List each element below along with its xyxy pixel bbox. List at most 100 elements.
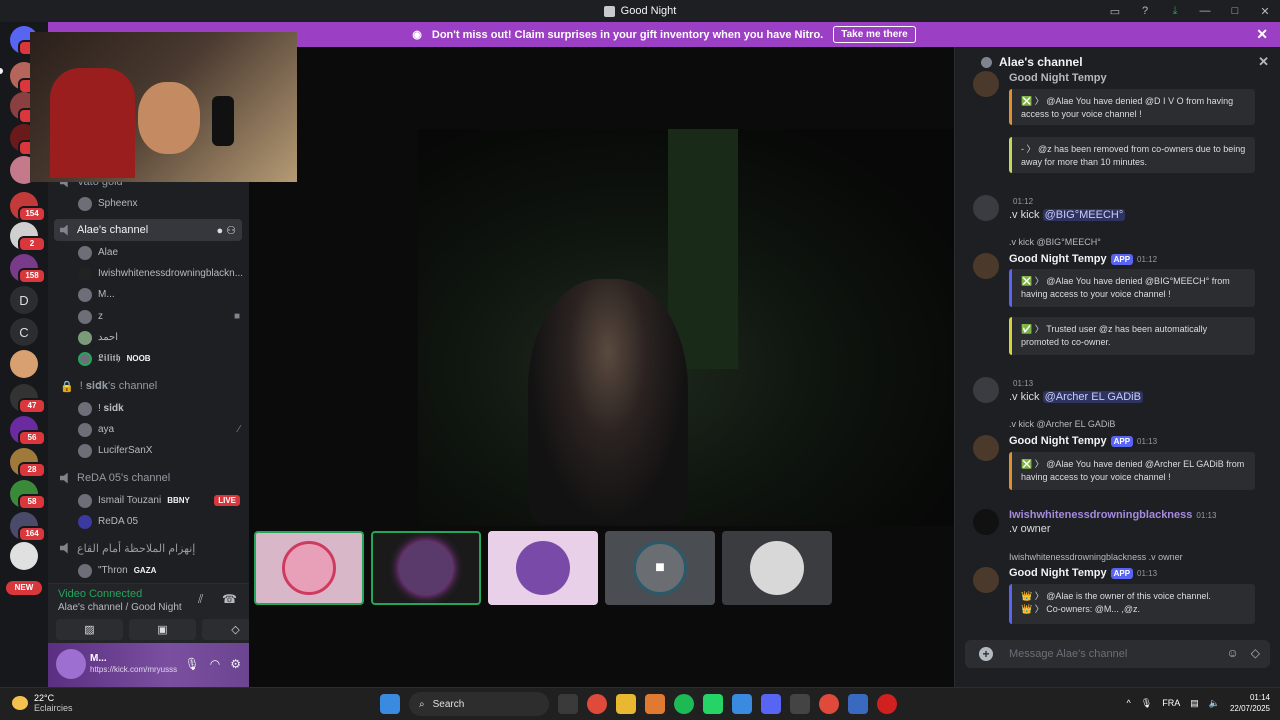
participant-tile[interactable] xyxy=(839,531,949,605)
user-avatar[interactable] xyxy=(973,509,999,535)
language-indicator[interactable]: FRA xyxy=(1162,698,1180,708)
participant-tile[interactable] xyxy=(254,531,364,605)
spotify-icon[interactable] xyxy=(674,694,694,714)
whatsapp-icon[interactable] xyxy=(703,694,723,714)
reply-preview[interactable]: Iwishwhitenessdrowningblackness .v owner xyxy=(1009,552,1183,562)
settings-icon[interactable]: ⚙ xyxy=(230,657,241,671)
mention[interactable]: @Archer EL GADiB xyxy=(1042,391,1143,403)
participant-tile[interactable] xyxy=(722,531,832,605)
voice-channel-arabic[interactable]: إنهزام الملاحظة أمام القاع xyxy=(54,537,242,559)
server-badge: 2 xyxy=(18,236,46,252)
chrome-icon[interactable] xyxy=(587,694,607,714)
server-badge: 58 xyxy=(18,494,46,510)
user-avatar[interactable] xyxy=(973,377,999,403)
speaker-icon xyxy=(60,542,68,554)
bot-avatar[interactable] xyxy=(973,435,999,461)
voice-channel-reda[interactable]: ReDA 05's channel xyxy=(54,467,242,489)
voice-member[interactable]: ! 𝐬𝐢𝐝𝐤 xyxy=(78,399,248,418)
voice-member[interactable]: Iwishwhitenessdrowningblackn... xyxy=(78,264,248,283)
avatar xyxy=(78,330,92,345)
voice-channel-alae[interactable]: Alae's channel ● ⚇ xyxy=(54,219,242,241)
app-icon[interactable] xyxy=(732,694,752,714)
bot-avatar[interactable] xyxy=(973,567,999,593)
participant-tile[interactable]: ■ xyxy=(605,531,715,605)
server-icon-d[interactable]: D xyxy=(10,286,38,314)
video-icon: ■ xyxy=(233,311,240,322)
camera-off-button[interactable]: ▨ xyxy=(56,619,123,640)
voice-member[interactable]: aya ⁄ xyxy=(78,420,248,439)
bot-avatar[interactable] xyxy=(973,253,999,279)
task-view-icon[interactable] xyxy=(558,694,578,714)
volume-icon[interactable]: 🔈 xyxy=(1209,698,1220,709)
network-icon[interactable]: ▤ xyxy=(1190,698,1199,709)
bot-avatar[interactable] xyxy=(973,71,999,97)
minimize-button[interactable]: — xyxy=(1190,5,1220,17)
voice-member[interactable]: M... xyxy=(78,285,248,304)
start-icon[interactable] xyxy=(380,694,400,714)
activity-icon[interactable]: ◇ xyxy=(1251,646,1260,660)
reply-preview[interactable]: .v kick @BIG°MEECH° xyxy=(1009,237,1101,247)
main-video-stream[interactable] xyxy=(418,129,954,526)
message-author[interactable]: Good Night Tempy xyxy=(1009,72,1107,84)
help-icon[interactable]: ? xyxy=(1130,5,1160,17)
app-icon[interactable] xyxy=(790,694,810,714)
message-author[interactable]: Good Night Tempy APP 01:12 xyxy=(1009,253,1157,265)
download-icon[interactable]: ⤓ xyxy=(1160,5,1190,18)
screen-share-button[interactable]: ▣ xyxy=(129,619,196,640)
speaker-icon xyxy=(60,472,68,484)
participant-tile[interactable] xyxy=(371,531,481,605)
voice-member[interactable]: احمد xyxy=(78,328,248,347)
close-chat-icon[interactable]: ✕ xyxy=(1258,54,1269,70)
add-attachment-icon[interactable]: + xyxy=(979,647,993,661)
server-icon-c[interactable]: C xyxy=(10,318,38,346)
window-titlebar: Good Night ▭ ? ⤓ — □ ✕ xyxy=(0,0,1280,22)
participant-tile[interactable] xyxy=(488,531,598,605)
headphones-icon[interactable]: ◠ xyxy=(210,657,220,671)
weather-widget[interactable]: 22°C Eclaircies xyxy=(12,693,73,713)
avatar xyxy=(78,351,92,366)
discord-icon[interactable] xyxy=(761,694,781,714)
message-author[interactable]: Iwishwhitenessdrowningblackness 01:13 xyxy=(1009,509,1216,521)
chat-input[interactable]: + Message Alae's channel ☺ ◇ xyxy=(965,640,1270,668)
file-explorer-icon[interactable] xyxy=(616,694,636,714)
server-icon[interactable] xyxy=(10,542,38,570)
emoji-icon[interactable]: ☺ xyxy=(1227,646,1239,660)
voice-channel-sidk[interactable]: 🔒! 𝐬𝐢𝐝𝐤's channel xyxy=(54,375,242,397)
voice-member[interactable]: ReDA 05 xyxy=(78,512,248,531)
reply-preview[interactable]: .v kick @Archer EL GADiB xyxy=(1009,419,1115,429)
voice-member[interactable]: Alae xyxy=(78,243,248,262)
voice-member[interactable]: Ismail Touzani BBNY LIVE xyxy=(78,491,248,510)
user-avatar[interactable] xyxy=(56,649,86,679)
voice-member[interactable]: Spheenx xyxy=(78,194,248,213)
user-name[interactable]: M... xyxy=(90,653,107,664)
search-box[interactable]: ⌕ Search xyxy=(409,692,549,716)
app-icon[interactable] xyxy=(848,694,868,714)
chat-bubble-icon xyxy=(981,57,992,68)
app-icon[interactable] xyxy=(645,694,665,714)
close-banner-icon[interactable]: ✕ xyxy=(1256,26,1268,43)
user-avatar[interactable] xyxy=(973,195,999,221)
tray-mic-icon[interactable]: 🎙 xyxy=(1141,698,1152,709)
voice-member[interactable]: z ■ xyxy=(78,307,248,326)
pip-video[interactable] xyxy=(30,32,297,182)
tray-chevron-icon[interactable]: ^ xyxy=(1127,698,1131,708)
voice-location[interactable]: Alae's channel / Good Night xyxy=(58,602,182,613)
mention[interactable]: @BIG°MEECH° xyxy=(1042,209,1126,221)
inbox-icon[interactable]: ▭ xyxy=(1100,5,1130,18)
mic-icon[interactable]: 🎙 xyxy=(185,657,200,671)
maximize-button[interactable]: □ xyxy=(1220,5,1250,17)
browser-icon[interactable] xyxy=(819,694,839,714)
message-author[interactable]: Good Night Tempy APP 01:13 xyxy=(1009,435,1157,447)
voice-member[interactable]: "Thron GAZA xyxy=(78,561,248,580)
message-author[interactable]: Good Night Tempy APP 01:13 xyxy=(1009,567,1157,579)
server-icon[interactable] xyxy=(10,350,38,378)
chat-icon[interactable]: ● ⚇ xyxy=(216,224,236,237)
opera-icon[interactable] xyxy=(877,694,897,714)
voice-member[interactable]: 𝕷𝖎𝖑𝖎𝖙𝖍 NOOB xyxy=(78,349,248,368)
noise-suppression-icon[interactable]: ⫽ xyxy=(198,592,212,606)
take-me-there-button[interactable]: Take me there xyxy=(833,26,916,43)
close-button[interactable]: ✕ xyxy=(1250,5,1280,18)
voice-member[interactable]: LuciferSanX xyxy=(78,441,248,460)
clock[interactable]: 01:14 22/07/2025 xyxy=(1230,692,1270,714)
disconnect-icon[interactable]: ☎ xyxy=(222,592,237,606)
